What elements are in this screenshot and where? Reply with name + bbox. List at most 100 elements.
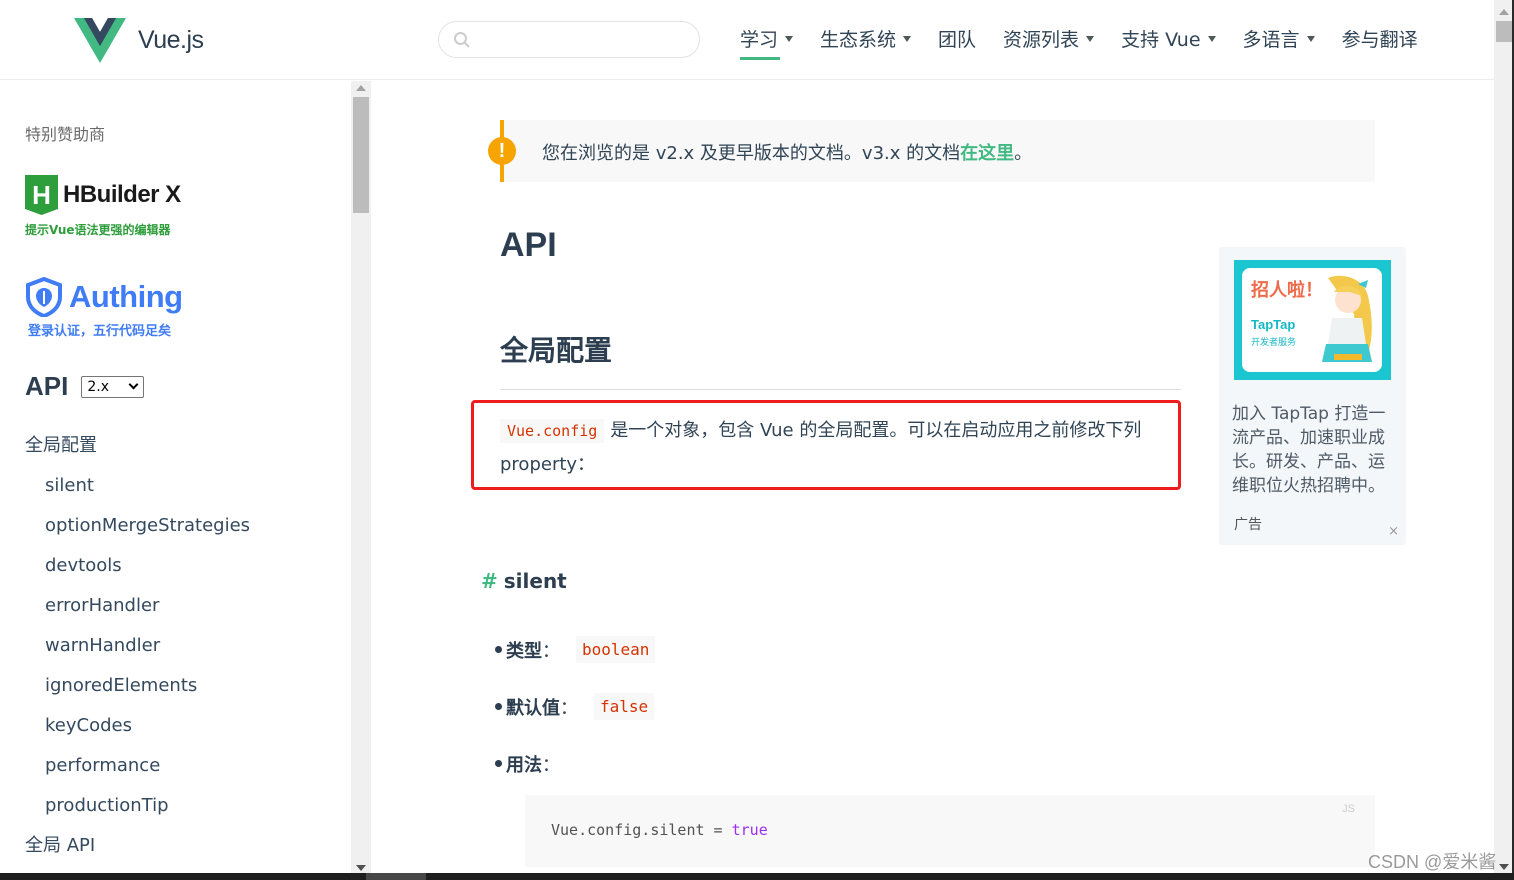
notice-text: 您在浏览的是 v2.x 及更早版本的文档。v3.x 的文档在这里。 (542, 139, 1032, 165)
hbuilder-tagline: 提示Vue语法更强的编辑器 (25, 223, 171, 237)
usage-label: 用法 (506, 754, 542, 776)
version-select-value: 2.x (87, 378, 109, 395)
sidebar-item-ignored-elements[interactable]: ignoredElements (25, 671, 250, 711)
horizontal-scroll-thumb[interactable] (366, 873, 426, 880)
property-details: 类型 ： boolean 默认值 ： false 用法 ： (494, 621, 656, 792)
ad-image-sub: 开发者服务 (1251, 338, 1297, 348)
main-content: ! 您在浏览的是 v2.x 及更早版本的文档。v3.x 的文档在这里。 API … (371, 81, 1494, 873)
sidebar: 特别赞助商 H HBuilder X 提示Vue语法更强的编辑器 Authing… (0, 81, 351, 873)
sponsor-hbuilder[interactable]: H HBuilder X 提示Vue语法更强的编辑器 (25, 175, 181, 238)
search-icon (454, 32, 470, 48)
sponsor-authing[interactable]: Authing 登录认证，五行代码足矣 (25, 277, 183, 339)
colon: ： (560, 697, 578, 719)
vue-logo-icon (74, 18, 126, 63)
page-title: API (500, 226, 557, 264)
sidebar-item-production-tip[interactable]: productionTip (25, 791, 250, 831)
list-item-usage: 用法 ： (494, 735, 655, 792)
nav-languages-label: 多语言 (1242, 28, 1300, 51)
nav-support-vue[interactable]: 支持 Vue (1121, 22, 1216, 54)
brand-name: Vue.js (138, 26, 204, 54)
anime-character-illustration-icon (1322, 275, 1372, 362)
annotation-highlight-box (471, 400, 1181, 490)
list-item-default: 默认值 ： false (494, 678, 655, 735)
type-value: boolean (576, 636, 656, 663)
ad-card: 招人啦！ TapTap 开发者服务 加入 TapTap 打造一流产品、加速职业成… (1219, 247, 1406, 545)
nav-ecosystem[interactable]: 生态系统 (820, 22, 912, 54)
section-title: 全局配置 (500, 334, 613, 367)
caret-down-icon (903, 36, 912, 42)
nav-learn-label: 学习 (740, 28, 779, 51)
sidebar-item-silent[interactable]: silent (25, 471, 250, 511)
ad-text[interactable]: 加入 TapTap 打造一流产品、加速职业成长。研发、产品、运维职位火热招聘中。 (1232, 402, 1397, 498)
top-header: Vue.js 学习 生态系统 团队 资源列表 支持 Vue 多语言 参与翻译 (0, 0, 1494, 80)
nav-ecosystem-label: 生态系统 (820, 28, 897, 51)
nav-resources[interactable]: 资源列表 (1003, 22, 1095, 54)
version-select[interactable]: 2.x (81, 375, 145, 398)
default-label: 默认值 (506, 697, 560, 719)
subsection-heading: # silent (481, 569, 567, 593)
nav-resources-label: 资源列表 (1003, 28, 1080, 51)
scroll-down-arrow-icon[interactable] (1499, 864, 1509, 870)
main-nav: 学习 生态系统 团队 资源列表 支持 Vue 多语言 参与翻译 (740, 22, 1445, 60)
nav-learn[interactable]: 学习 (740, 22, 794, 60)
ad-label: 广告 (1234, 517, 1262, 533)
ad-image-inner: 招人啦！ TapTap 开发者服务 (1242, 268, 1382, 372)
sidebar-item-key-codes[interactable]: keyCodes (25, 711, 250, 751)
subsection-title: silent (503, 569, 567, 593)
code-block: JS Vue.config.silent = true (525, 795, 1375, 867)
notice-suffix: 。 (1014, 143, 1033, 164)
scroll-down-arrow-icon[interactable] (356, 865, 366, 871)
list-item-type: 类型 ： boolean (494, 621, 656, 678)
nav-team[interactable]: 团队 (938, 22, 976, 54)
chevron-down-icon (128, 379, 139, 390)
page-scrollbar[interactable] (1494, 0, 1514, 873)
colon: ： (542, 754, 560, 776)
authing-logo: Authing (25, 277, 183, 317)
shield-icon (26, 277, 62, 317)
ad-image-headline: 招人啦！ (1251, 280, 1323, 301)
caret-down-icon (1306, 36, 1315, 42)
warning-icon: ! (488, 137, 516, 165)
sidebar-item-global-config[interactable]: 全局配置 (25, 431, 250, 471)
sidebar-scrollbar[interactable] (351, 81, 371, 873)
version-notice: ! 您在浏览的是 v2.x 及更早版本的文档。v3.x 的文档在这里。 (488, 120, 1375, 182)
nav-translate[interactable]: 参与翻译 (1342, 22, 1418, 54)
caret-down-icon (1207, 36, 1216, 42)
default-value: false (594, 693, 655, 720)
sidebar-scroll-thumb[interactable] (353, 97, 369, 213)
nav-support-vue-label: 支持 Vue (1121, 28, 1201, 51)
section-divider (500, 389, 1181, 390)
colon: ： (542, 640, 560, 662)
anchor-hash-link[interactable]: # (481, 569, 498, 593)
sidebar-item-warn-handler[interactable]: warnHandler (25, 631, 250, 671)
sponsor-title: 特别赞助商 (25, 125, 106, 144)
sidebar-item-error-handler[interactable]: errorHandler (25, 591, 250, 631)
scroll-up-arrow-icon[interactable] (356, 85, 366, 91)
vue-logo-link[interactable]: Vue.js (74, 18, 204, 63)
sidebar-item-global-api[interactable]: 全局 API (25, 831, 250, 871)
code-language-label: JS (1342, 803, 1355, 815)
close-icon[interactable]: × (1388, 524, 1399, 539)
search-input[interactable] (479, 28, 689, 52)
scroll-up-arrow-icon[interactable] (1499, 9, 1509, 15)
nav-translate-label: 参与翻译 (1341, 28, 1418, 51)
sidebar-api-title: API 2.x (25, 371, 145, 402)
hbuilder-logo-icon: H (25, 175, 58, 215)
code-keyword: true (731, 821, 768, 839)
ad-image-brand: TapTap (1251, 317, 1296, 332)
v3-docs-link[interactable]: 在这里 (960, 143, 1014, 164)
caret-down-icon (785, 36, 794, 42)
ad-image[interactable]: 招人啦！ TapTap 开发者服务 (1234, 260, 1391, 380)
code-line: Vue.config.silent = true (551, 821, 768, 839)
nav-languages[interactable]: 多语言 (1243, 22, 1315, 54)
sidebar-item-devtools[interactable]: devtools (25, 551, 250, 591)
sidebar-item-option-merge-strategies[interactable]: optionMergeStrategies (25, 511, 250, 551)
hbuilder-logo: H HBuilder X (25, 175, 181, 215)
type-label: 类型 (506, 640, 542, 662)
hbuilder-name: HBuilder X (63, 181, 181, 208)
sidebar-item-performance[interactable]: performance (25, 751, 250, 791)
authing-name: Authing (69, 279, 183, 314)
sidebar-menu: 全局配置 silent optionMergeStrategies devtoo… (25, 431, 250, 871)
search-box[interactable] (438, 21, 700, 58)
page-scroll-thumb[interactable] (1496, 21, 1512, 42)
